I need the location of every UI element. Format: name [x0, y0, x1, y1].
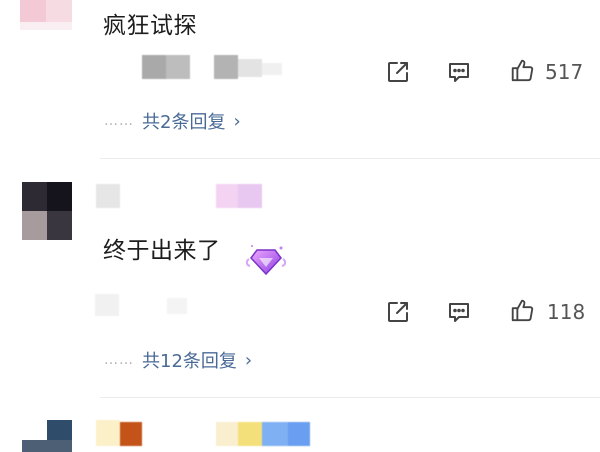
replies-label: 共12条回复 [142, 351, 237, 372]
avatar[interactable] [22, 420, 72, 452]
comment-2: 终于出来了 118 …… 共12条回复 › [0, 159, 600, 397]
chevron-right-icon: › [233, 110, 241, 132]
comment-text: 疯狂试探 [103, 13, 197, 39]
view-replies-link[interactable]: …… 共12条回复 › [104, 347, 252, 373]
comment-meta-obscured [95, 294, 235, 318]
replies-dots: …… [104, 352, 134, 368]
view-replies-link[interactable]: …… 共2条回复 › [104, 108, 241, 134]
replies-dots: …… [104, 113, 134, 129]
comment-1: 疯狂试探 517 …… 共2条回复 › [0, 0, 600, 158]
diamond-gem-badge-icon [243, 241, 289, 281]
like-count: 118 [547, 300, 586, 324]
avatar[interactable] [20, 0, 72, 30]
chevron-right-icon: › [244, 349, 253, 371]
like-icon[interactable] [509, 57, 537, 85]
comment-icon[interactable] [446, 299, 472, 325]
username-obscured [96, 184, 266, 210]
share-icon[interactable] [385, 59, 411, 85]
avatar[interactable] [22, 182, 72, 240]
replies-label: 共2条回复 [142, 112, 226, 133]
like-icon[interactable] [509, 297, 537, 325]
comment-icon[interactable] [446, 59, 472, 85]
share-icon[interactable] [385, 299, 411, 325]
username-obscured [96, 420, 316, 448]
comment-text: 终于出来了 [103, 238, 221, 264]
like-count: 517 [545, 60, 584, 84]
comment-meta-obscured [142, 55, 292, 81]
comment-3 [0, 398, 600, 452]
